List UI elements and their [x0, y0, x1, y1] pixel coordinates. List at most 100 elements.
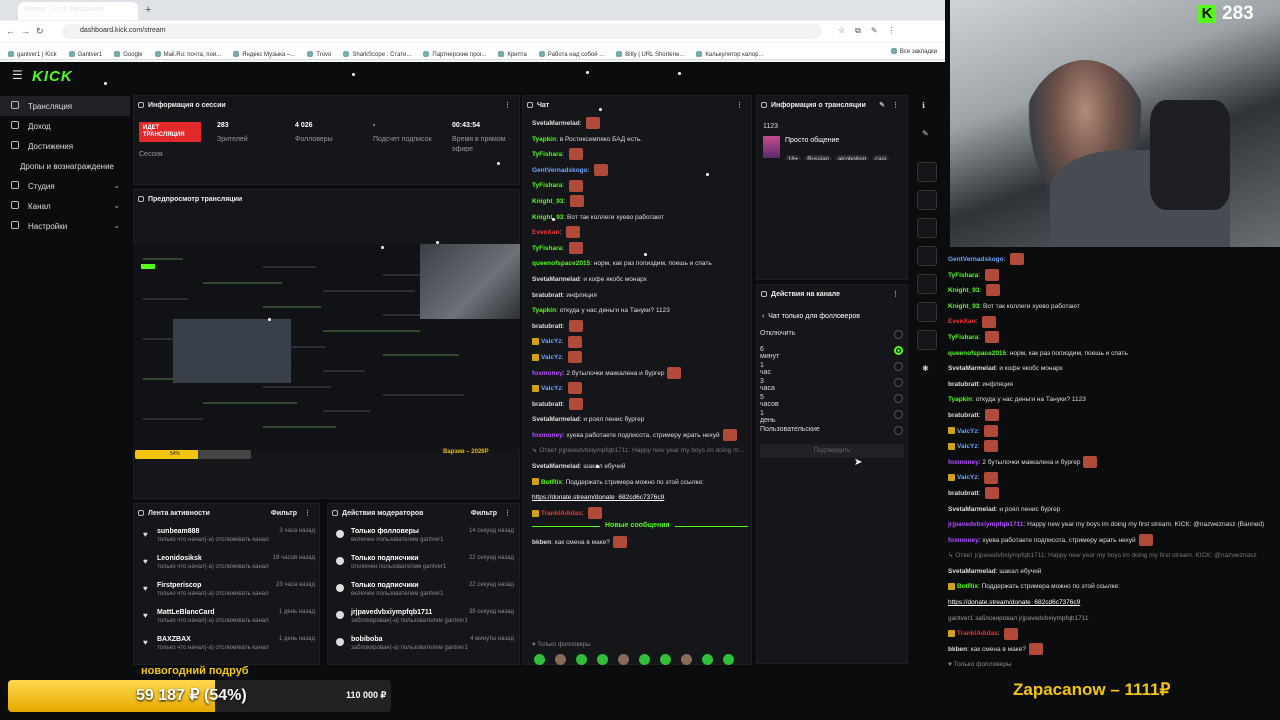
chat-message[interactable]: bratubratt: — [948, 408, 1278, 424]
chat-message[interactable]: bkben: как смена в маке? — [948, 642, 1278, 658]
page-icon[interactable] — [917, 218, 937, 238]
bookmark-item[interactable]: Bitly | URL Shortene... — [616, 51, 684, 58]
chat-message[interactable]: bratubratt: — [532, 397, 748, 413]
browser-toolbar-icons[interactable]: ☆⧉✎⋮ — [838, 26, 906, 36]
chat-username[interactable]: SvetaMarmelad — [532, 416, 580, 423]
chat-message[interactable]: Knight_93: Вот так коллеги хуево работаю… — [948, 299, 1278, 315]
chat-username[interactable]: queenofspace2015 — [532, 260, 590, 267]
info-icon[interactable]: ℹ — [922, 101, 925, 110]
chat-username[interactable]: TyFishara — [948, 272, 978, 279]
chat-message[interactable]: SvetaMarmelad: и роял пенис бургер — [948, 502, 1278, 518]
bookmark-item[interactable]: Партнерские прог... — [423, 51, 486, 58]
bookmark-item[interactable]: Крипта — [498, 51, 526, 58]
quick-action-button[interactable] — [917, 162, 937, 182]
chat-username[interactable]: SvetaMarmelad — [948, 568, 996, 575]
radio-button[interactable] — [894, 330, 903, 339]
bookmark-item[interactable]: Работа над собой ... — [539, 51, 604, 58]
activity-item[interactable]: ♥ Firstperiscop только что начал(-а) отсле… — [143, 582, 315, 597]
gear-icon[interactable]: ✱ — [922, 364, 929, 373]
mod-action-item[interactable]: Только подписчики отключен пользователем … — [336, 555, 514, 570]
chat-username[interactable]: VaicYz — [957, 428, 978, 435]
emote-icon[interactable] — [660, 654, 671, 665]
chat-username[interactable]: bratubratt — [532, 401, 563, 408]
browser-nav-buttons[interactable]: ←→↻ — [6, 26, 50, 37]
chat-message[interactable]: VaicYz: — [948, 439, 1278, 455]
mod-action-item[interactable]: bobiboba заблокирован(-а) пользователем g… — [336, 636, 514, 651]
chat-message[interactable]: ↳ Ответ jrjpavedvbxiympfqb1711: Happy ne… — [532, 443, 748, 459]
more-icon[interactable]: ⋮ — [304, 509, 311, 517]
emote-icon[interactable] — [534, 654, 545, 665]
chat-message[interactable]: jrjpavedvbxiympfqb1711: Happy new year m… — [948, 517, 1278, 533]
emote-icon[interactable] — [723, 654, 734, 665]
chat-username[interactable]: SvetaMarmelad — [532, 120, 580, 127]
chat-message[interactable]: Knight_93: — [532, 194, 748, 210]
chat-username[interactable]: TyFishara — [948, 334, 978, 341]
chat-username[interactable]: SvetaMarmelad — [948, 365, 996, 372]
chat-message[interactable]: VaicYz: — [948, 470, 1278, 486]
chat-username[interactable]: bratubratt — [948, 412, 979, 419]
chat-username[interactable]: GentVernadskogo — [948, 256, 1004, 263]
chat-username[interactable]: SvetaMarmelad — [532, 463, 580, 470]
server-icon[interactable] — [917, 302, 937, 322]
activity-filter-button[interactable]: Фильтр — [271, 510, 297, 517]
chat-message[interactable]: TranklAdidas: — [532, 506, 748, 522]
emote-bar[interactable] — [532, 654, 748, 666]
chat-message[interactable]: TyFishara: — [948, 330, 1278, 346]
more-icon[interactable]: ⋮ — [892, 290, 899, 298]
chat-username[interactable]: TyFishara — [532, 245, 562, 252]
chat-message[interactable]: VaicYz: — [948, 424, 1278, 440]
radio-button[interactable] — [894, 346, 903, 355]
radio-button[interactable] — [894, 394, 903, 403]
chat-message[interactable]: ↳ Ответ jrjpavedvbxiympfqb1711: Happy ne… — [948, 548, 1278, 564]
more-icon[interactable]: ⋮ — [892, 101, 899, 109]
chat-message[interactable]: EvenXan: — [948, 314, 1278, 330]
chat-username[interactable]: SvetaMarmelad — [532, 276, 580, 283]
chat-message[interactable]: Tyapkin: откуда у нас деньги на Тануки? … — [948, 392, 1278, 408]
chat-message[interactable]: Tyapkin: откуда у нас деньги на Тануки? … — [532, 303, 748, 319]
chat-message[interactable]: BotRix: Поддержать стримера можно по это… — [532, 475, 748, 491]
chat-username[interactable]: EvenXan — [532, 229, 559, 236]
mod-filter-button[interactable]: Фильтр — [471, 510, 497, 517]
chat-message[interactable]: bratubratt: инфляция — [532, 288, 748, 304]
sidebar-item[interactable]: Настройки ⌄ — [0, 216, 130, 236]
chat-message[interactable]: GentVernadskogo: — [532, 163, 748, 179]
chat-message[interactable]: Knight_93: — [948, 283, 1278, 299]
chat-message[interactable]: EvenXan: — [532, 225, 748, 241]
chat-message[interactable]: foxmoney: 2 бутылочки маккалена и бургер — [948, 455, 1278, 471]
chat-username[interactable]: foxmoney — [532, 432, 563, 439]
chat-username[interactable]: BotRix — [541, 479, 562, 486]
chat-message[interactable]: TyFishara: — [532, 178, 748, 194]
emote-icon[interactable] — [576, 654, 587, 665]
chat-message[interactable]: SvetaMarmelad: и кофе якобс монарх — [948, 361, 1278, 377]
mod-action-item[interactable]: Только фолловеры включен пользователем ga… — [336, 528, 514, 543]
activity-item[interactable]: ♥ Leonidosiksk только что начал(-а) отслеж… — [143, 555, 315, 570]
sidebar-item[interactable]: Дропы и вознаграждение — [0, 156, 130, 176]
kick-logo[interactable]: KICK — [32, 68, 73, 85]
duration-option-label[interactable]: Отключить — [760, 330, 795, 337]
chat-username[interactable]: foxmoney — [948, 459, 979, 466]
chat-username[interactable]: TyFishara — [532, 182, 562, 189]
duration-option-label[interactable]: 3 часа — [760, 378, 775, 392]
chat-message[interactable]: bratubratt: инфляция — [948, 377, 1278, 393]
chat-username[interactable]: BotRix — [957, 583, 978, 590]
chat-message[interactable]: SvetaMarmelad: и кофе якобс монарх — [532, 272, 748, 288]
chat-message[interactable]: gantver1 заблокировал jrjpavedvbxiympfqb… — [948, 611, 1278, 627]
chat-message[interactable]: https://donate.stream/donate_682cd6c7376… — [948, 595, 1278, 611]
chat-username[interactable]: Knight_93 — [948, 303, 979, 310]
chat-message[interactable]: queenofspace2015: норм, как раз попиздим… — [948, 346, 1278, 362]
bookmark-item[interactable]: Калькулятор калор... — [696, 51, 763, 58]
chat-message[interactable]: TyFishara: — [948, 268, 1278, 284]
chat-username[interactable]: SvetaMarmelad — [948, 506, 996, 513]
chat-username[interactable]: TranklAdidas — [957, 630, 998, 637]
mod-action-item[interactable]: jrjpavedvbxiympfqb1711 заблокирован(-а) п… — [336, 609, 514, 624]
mod-action-item[interactable]: Только подписчики включен пользователем g… — [336, 582, 514, 597]
chat-username[interactable]: VaicYz — [957, 443, 978, 450]
chat-message[interactable]: VaicYz: — [532, 350, 748, 366]
duration-option-label[interactable]: Пользовательские — [760, 426, 820, 433]
confirm-button[interactable]: Подтвердить — [760, 444, 904, 458]
duration-option-label[interactable]: 5 часов — [760, 394, 779, 408]
chat-username[interactable]: Knight_93 — [948, 287, 979, 294]
emote-icon[interactable] — [597, 654, 608, 665]
emote-icon[interactable] — [618, 654, 629, 665]
followers-only-back[interactable]: ‹ Чат только для фолловеров — [762, 313, 860, 320]
